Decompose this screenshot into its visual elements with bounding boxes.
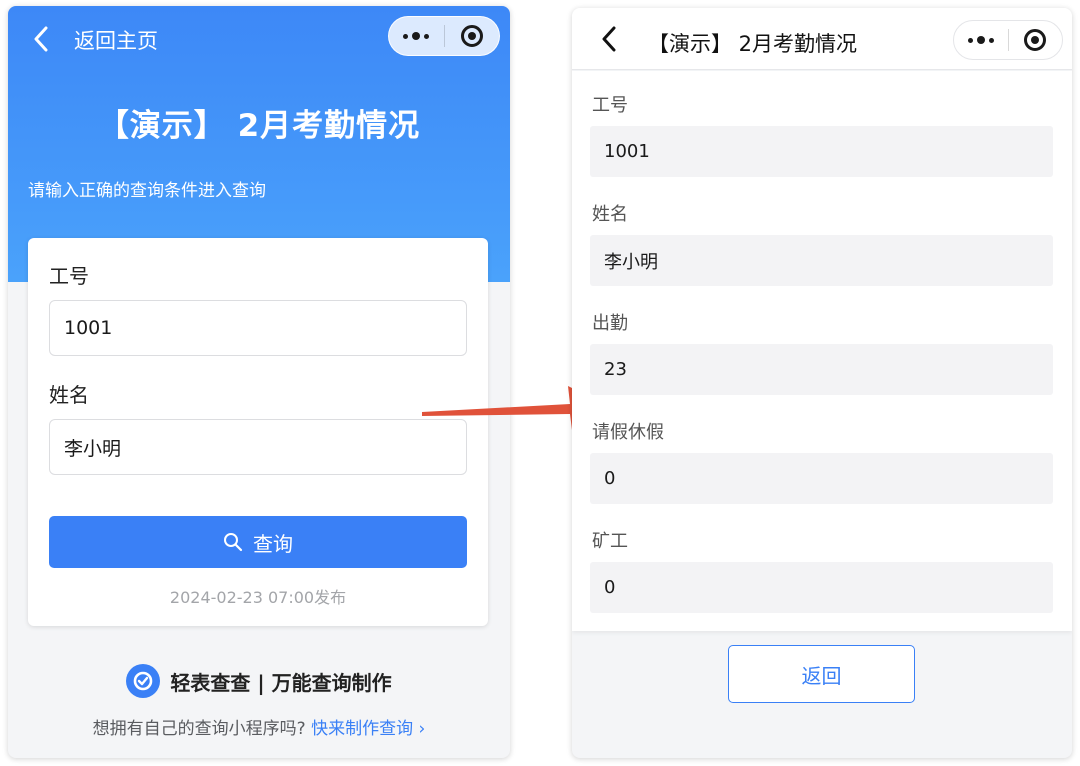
brand-row: 轻表查查 | 万能查询制作 xyxy=(8,664,510,698)
result-value-attendance: 23 xyxy=(590,344,1053,395)
back-home-label[interactable]: 返回主页 xyxy=(74,25,158,55)
return-button[interactable]: 返回 xyxy=(728,645,915,703)
result-card: 工号 1001 姓名 李小明 出勤 23 请假休假 0 矿工 0 xyxy=(572,71,1072,631)
create-query-link[interactable]: 快来制作查询 › xyxy=(311,719,425,739)
result-value-name: 李小明 xyxy=(590,235,1053,286)
back-home-button[interactable] xyxy=(26,22,56,56)
query-button-label: 查询 xyxy=(253,531,293,556)
publish-info: 2024-02-23 07:00发布 xyxy=(169,588,347,607)
query-form-card: 工号 1001 姓名 李小明 查询 2024-02-23 07:00发布 xyxy=(28,238,488,626)
result-label-leave: 请假休假 xyxy=(592,422,664,443)
target-circle-icon[interactable] xyxy=(1009,21,1063,59)
query-button[interactable]: 查询 xyxy=(49,516,467,568)
promo-text: 想拥有自己的查询小程序吗? xyxy=(92,719,306,739)
result-value-employee-id: 1001 xyxy=(590,126,1053,177)
field-label-employee-id: 工号 xyxy=(49,264,89,288)
result-page: 【演示】 2月考勤情况 工号 1001 姓名 李小明 出勤 23 请假休假 0 … xyxy=(572,8,1072,758)
result-label-absence: 矿工 xyxy=(592,531,628,552)
nav-title: 【演示】 2月考勤情况 xyxy=(648,32,858,56)
chevron-left-icon xyxy=(602,26,616,52)
employee-id-input[interactable]: 1001 xyxy=(49,300,467,356)
promo-row: 想拥有自己的查询小程序吗? 快来制作查询 › xyxy=(8,714,510,739)
result-label-employee-id: 工号 xyxy=(592,95,628,116)
result-value-leave: 0 xyxy=(590,453,1053,504)
result-value-absence: 0 xyxy=(590,562,1053,613)
page-subtitle: 请输入正确的查询条件进入查询 xyxy=(28,181,266,201)
name-input[interactable]: 李小明 xyxy=(49,419,467,475)
nav-back-button[interactable] xyxy=(594,22,624,56)
result-label-attendance: 出勤 xyxy=(592,313,628,334)
more-dots-icon[interactable] xyxy=(954,21,1008,59)
page-title: 【演示】 2月考勤情况 xyxy=(97,108,421,144)
nav-bar: 【演示】 2月考勤情况 xyxy=(572,8,1072,70)
mini-program-capsule xyxy=(388,16,500,56)
result-label-name: 姓名 xyxy=(592,204,628,225)
mini-program-capsule xyxy=(953,20,1063,60)
chevron-left-icon xyxy=(34,26,48,52)
brand-logo-icon xyxy=(126,664,161,698)
brand-text: 轻表查查 | 万能查询制作 xyxy=(170,670,392,695)
target-circle-icon[interactable] xyxy=(445,17,500,55)
more-dots-icon[interactable] xyxy=(389,17,444,55)
field-label-name: 姓名 xyxy=(49,383,89,407)
search-icon xyxy=(224,533,243,552)
